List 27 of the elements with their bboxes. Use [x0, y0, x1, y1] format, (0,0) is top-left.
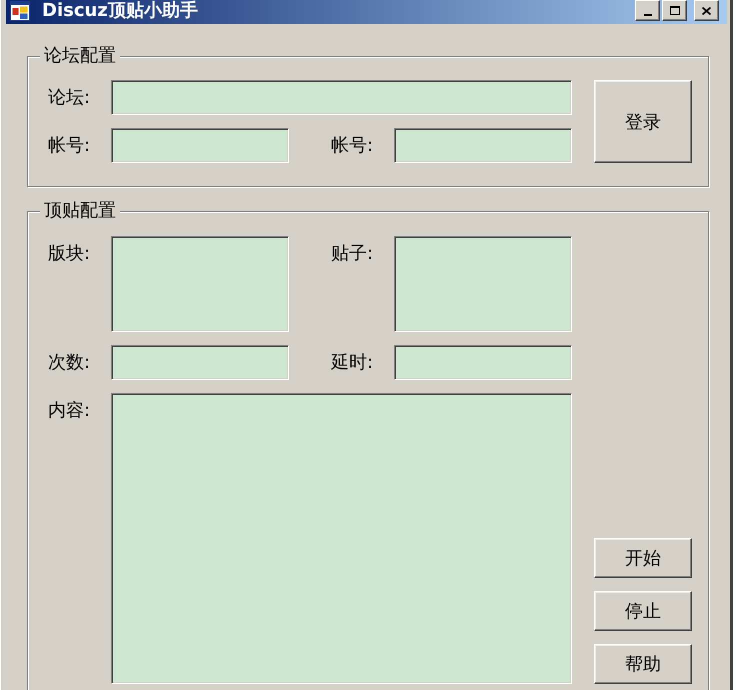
minimize-button[interactable] — [635, 0, 660, 21]
field-label: 版块: — [48, 242, 92, 266]
window-title: Discuz顶贴小助手 — [42, 0, 198, 22]
text-field[interactable] — [111, 345, 289, 380]
field-label: 论坛: — [48, 86, 92, 110]
close-button[interactable] — [694, 0, 719, 21]
field-label: 内容: — [48, 399, 92, 423]
text-field[interactable] — [111, 128, 289, 163]
text-area[interactable] — [111, 236, 289, 332]
close-icon — [702, 6, 711, 14]
text-area[interactable] — [394, 236, 572, 332]
field-label: 帐号: — [330, 134, 374, 158]
app-icon — [10, 1, 30, 21]
help-button[interactable]: 帮助 — [594, 644, 692, 684]
text-field[interactable] — [394, 128, 572, 163]
stop-button[interactable]: 停止 — [594, 591, 692, 631]
minimize-icon — [644, 14, 652, 16]
start-button[interactable]: 开始 — [594, 538, 692, 578]
maximize-button[interactable] — [662, 0, 687, 21]
field-label: 延时: — [330, 351, 374, 375]
field-label: 帐号: — [48, 134, 92, 158]
field-label: 次数: — [48, 351, 92, 375]
text-field[interactable] — [111, 80, 572, 115]
maximize-icon — [670, 6, 680, 15]
text-field[interactable] — [394, 345, 572, 380]
field-label: 贴子: — [330, 242, 374, 266]
login-button[interactable]: 登录 — [594, 80, 692, 163]
